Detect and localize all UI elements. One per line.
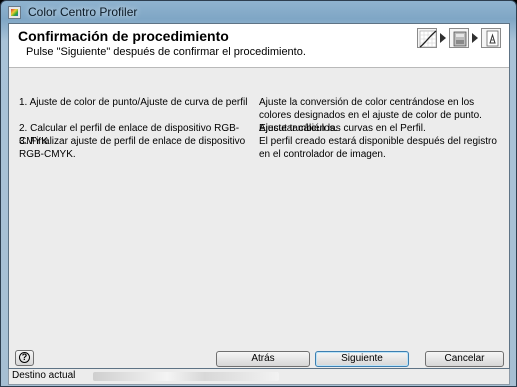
title-bar[interactable]: Color Centro Profiler	[1, 1, 516, 23]
cancel-button[interactable]: Cancelar	[425, 351, 504, 367]
help-button[interactable]: ?	[15, 350, 34, 366]
next-button[interactable]: Siguiente	[315, 351, 409, 367]
help-icon: ?	[19, 352, 30, 363]
page-subtitle: Pulse "Siguiente" después de confirmar e…	[26, 46, 306, 58]
procedure-step: 3. Finalizar ajuste de perfil de enlace …	[19, 136, 246, 160]
curve-adjust-icon	[417, 28, 437, 48]
wizard-footer: ? Atrás Siguiente Cancelar	[9, 347, 509, 369]
app-window: Color Centro Profiler Confirmación de pr…	[0, 0, 517, 387]
profile-document-icon	[481, 28, 501, 48]
procedure-step: 1. Ajuste de color de punto/Ajuste de cu…	[19, 97, 248, 108]
procedure-description: El perfil creado estará disponible despu…	[259, 136, 497, 160]
wizard-steps	[417, 26, 505, 50]
page-title: Confirmación de procedimiento	[18, 28, 229, 44]
status-bar: Destino actual	[8, 369, 510, 385]
procedure-description: Ejecutar cálculos.	[259, 123, 338, 134]
wizard-header: Confirmación de procedimiento Pulse "Sig…	[9, 24, 509, 68]
step-arrow-icon	[472, 33, 478, 43]
step-arrow-icon	[440, 33, 446, 43]
status-progress	[93, 372, 279, 381]
wizard-panel: Confirmación de procedimiento Pulse "Sig…	[8, 23, 510, 369]
printer-icon	[449, 28, 469, 48]
back-button[interactable]: Atrás	[216, 351, 310, 367]
status-label: Destino actual	[12, 370, 76, 381]
window-title: Color Centro Profiler	[28, 5, 138, 19]
app-icon	[8, 6, 21, 19]
procedure-list: 1. Ajuste de color de punto/Ajuste de cu…	[9, 69, 509, 347]
